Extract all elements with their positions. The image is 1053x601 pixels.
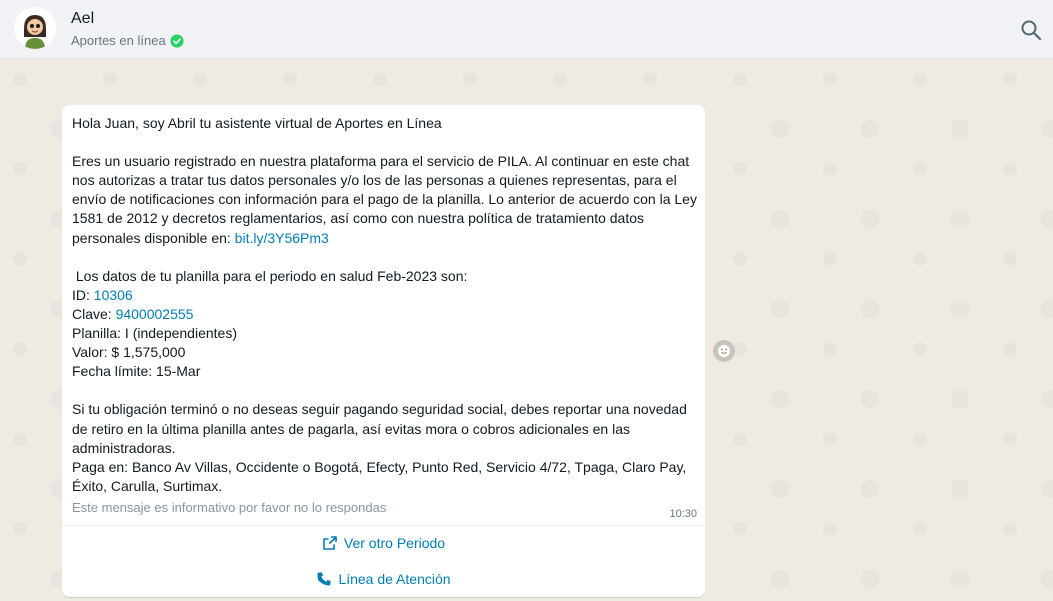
message-bubble: Hola Juan, soy Abril tu asistente virtua… xyxy=(62,105,705,597)
message-greeting: Hola Juan, soy Abril tu asistente virtua… xyxy=(72,115,442,131)
message-body: Hola Juan, soy Abril tu asistente virtua… xyxy=(72,114,697,496)
planilla-line: Planilla: I (independientes) xyxy=(72,325,237,342)
policy-link[interactable]: bit.ly/3Y56Pm3 xyxy=(235,230,329,246)
search-icon[interactable] xyxy=(1019,18,1043,42)
avatar-illustration xyxy=(14,7,56,49)
clave-value-link[interactable]: 9400002555 xyxy=(116,306,194,322)
contact-name[interactable]: Ael xyxy=(71,10,94,28)
id-value-link[interactable]: 10306 xyxy=(94,287,133,303)
linea-atencion-label: Línea de Atención xyxy=(338,571,451,587)
reaction-emoji-button[interactable] xyxy=(713,340,735,362)
message-time: 10:30 xyxy=(669,508,697,520)
external-link-icon xyxy=(323,536,337,550)
valor-line: Valor: $ 1,575,000 xyxy=(72,344,186,361)
paga-en-text: Paga en: Banco Av Villas, Occidente o Bo… xyxy=(72,458,691,494)
chat-header: Ael Aportes en línea xyxy=(0,0,1053,59)
id-line: ID: 10306 xyxy=(72,286,697,305)
phone-icon xyxy=(317,572,331,586)
contact-subtitle-text: Aportes en línea xyxy=(71,33,166,48)
footer-note: Este mensaje es informativo por favor no… xyxy=(72,500,387,515)
message-consent: Eres un usuario registrado en nuestra pl… xyxy=(72,152,697,247)
clave-line: Clave: 9400002555 xyxy=(72,305,697,324)
contact-subtitle: Aportes en línea xyxy=(71,33,184,48)
id-label: ID: xyxy=(72,286,94,303)
retiro-text: Si tu obligación terminó o no deseas seg… xyxy=(72,401,691,456)
linea-atencion-button[interactable]: Línea de Atención xyxy=(62,561,705,597)
ver-otro-periodo-button[interactable]: Ver otro Periodo xyxy=(62,525,705,561)
fecha-line: Fecha límite: 15-Mar xyxy=(72,363,201,380)
smiley-icon xyxy=(718,345,730,357)
contact-avatar[interactable] xyxy=(14,7,56,49)
clave-label: Clave: xyxy=(72,305,116,322)
ver-otro-periodo-label: Ver otro Periodo xyxy=(343,535,446,551)
period-intro: Los datos de tu planilla para el periodo… xyxy=(72,267,468,284)
consent-text: Eres un usuario registrado en nuestra pl… xyxy=(72,153,701,246)
verified-badge-icon xyxy=(170,33,184,48)
